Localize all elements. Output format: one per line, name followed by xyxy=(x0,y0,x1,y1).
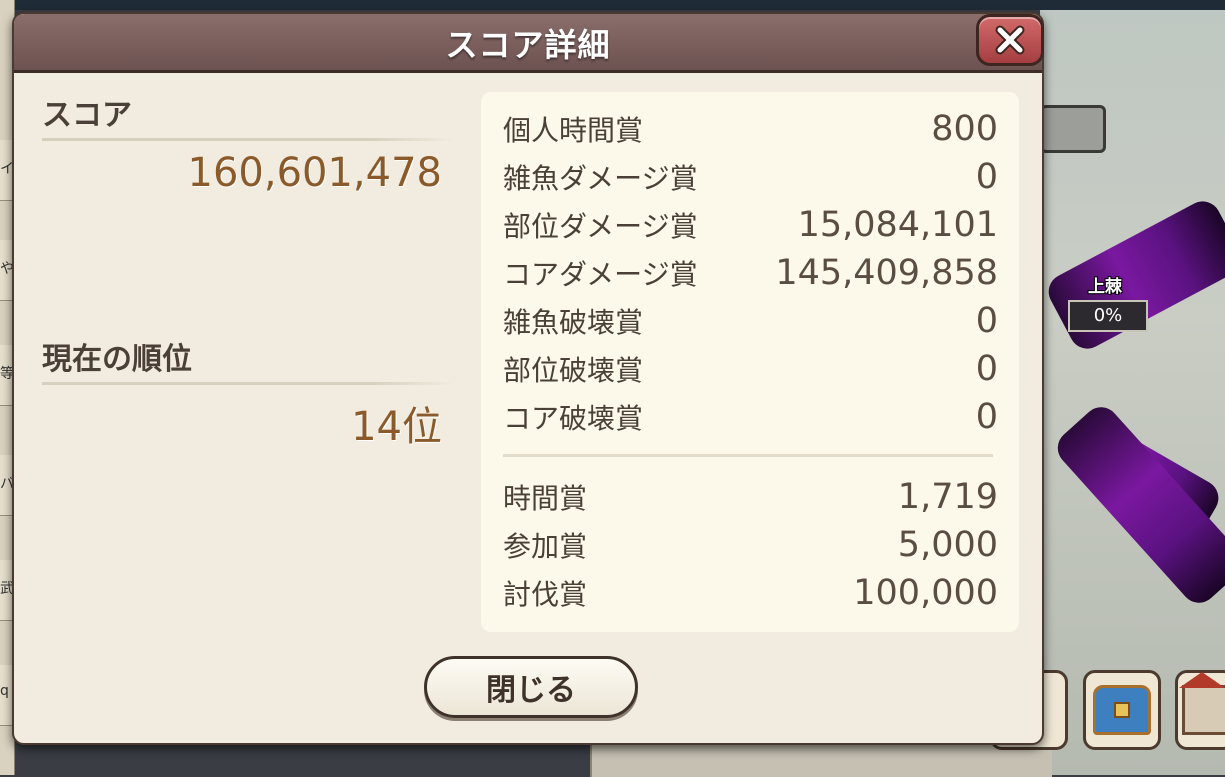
score-breakdown-panel: 個人時間賞 800 雑魚ダメージ賞 0 部位ダメージ賞 15,084,101 コ… xyxy=(481,92,1019,632)
breakdown-value: 0 xyxy=(975,301,998,341)
breakdown-row: コアダメージ賞 145,409,858 xyxy=(503,250,998,296)
shop-house-icon xyxy=(1179,672,1225,735)
breakdown-label: 部位ダメージ賞 xyxy=(503,210,698,243)
breakdown-value: 15,084,101 xyxy=(797,205,998,245)
score-divider xyxy=(42,138,454,141)
treasure-chest-button[interactable] xyxy=(1083,670,1161,750)
shop-button[interactable] xyxy=(1175,670,1225,750)
breakdown-value: 800 xyxy=(931,109,998,149)
close-button[interactable] xyxy=(976,14,1044,66)
breakdown-label: 雑魚破壊賞 xyxy=(503,306,644,339)
breakdown-row: コア破壊賞 0 xyxy=(503,394,998,440)
rank-value: 14位 xyxy=(351,404,442,450)
score-detail-dialog: スコア詳細 スコア 160,601,478 現在の順位 14位 個人時間賞 80… xyxy=(12,12,1044,745)
bonus-label: 時間賞 xyxy=(503,482,588,515)
rank-label: 現在の順位 xyxy=(42,342,192,377)
bonus-value: 1,719 xyxy=(897,477,998,517)
part-gauge-label: 上棘 xyxy=(1088,277,1122,297)
bonus-value: 5,000 xyxy=(897,525,998,565)
game-top-bar xyxy=(0,0,1225,10)
close-dialog-button[interactable]: 閉じる xyxy=(424,656,638,718)
breakdown-row: 部位ダメージ賞 15,084,101 xyxy=(503,202,998,248)
dialog-title: スコア詳細 xyxy=(445,26,611,64)
breakdown-label: コア破壊賞 xyxy=(503,402,644,435)
breakdown-value: 145,409,858 xyxy=(775,253,998,293)
breakdown-value: 0 xyxy=(975,397,998,437)
bonus-value: 100,000 xyxy=(853,573,998,613)
bonus-label: 討伐賞 xyxy=(503,578,588,611)
bonus-label: 参加賞 xyxy=(503,530,588,563)
breakdown-label: 雑魚ダメージ賞 xyxy=(503,162,698,195)
bonus-row: 参加賞 5,000 xyxy=(503,522,998,568)
part-gauge: 0% xyxy=(1068,300,1148,332)
breakdown-value: 0 xyxy=(975,157,998,197)
background-left-tab-label: q xyxy=(0,683,9,699)
breakdown-divider xyxy=(503,454,993,457)
breakdown-row: 個人時間賞 800 xyxy=(503,106,998,152)
bonus-row: 時間賞 1,719 xyxy=(503,474,998,520)
bonus-row: 討伐賞 100,000 xyxy=(503,570,998,616)
dialog-header: スコア詳細 xyxy=(14,14,1042,73)
breakdown-label: 個人時間賞 xyxy=(503,114,644,147)
score-label: スコア xyxy=(42,98,132,133)
breakdown-label: 部位破壊賞 xyxy=(503,354,644,387)
treasure-chest-icon xyxy=(1093,685,1151,735)
breakdown-row: 部位破壊賞 0 xyxy=(503,346,998,392)
background-field xyxy=(1040,105,1106,153)
rank-divider xyxy=(42,382,454,385)
breakdown-row: 雑魚ダメージ賞 0 xyxy=(503,154,998,200)
breakdown-value: 0 xyxy=(975,349,998,389)
close-x-icon xyxy=(995,25,1025,55)
score-value: 160,601,478 xyxy=(187,150,442,196)
breakdown-row: 雑魚破壊賞 0 xyxy=(503,298,998,344)
breakdown-label: コアダメージ賞 xyxy=(503,258,698,291)
